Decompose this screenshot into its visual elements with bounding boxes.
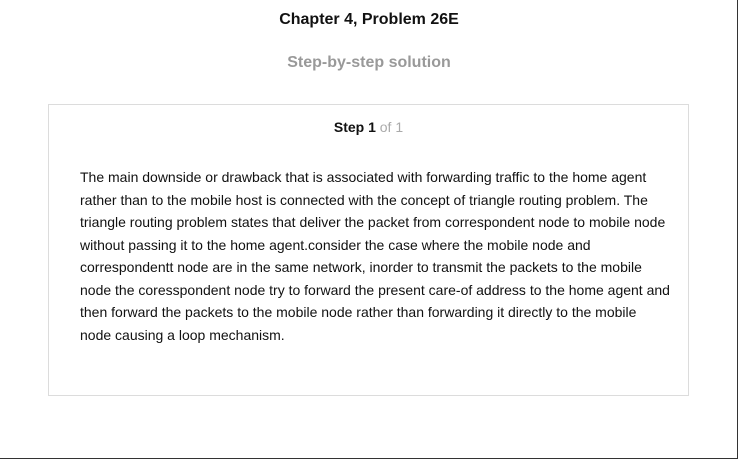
step-label: Step 1	[333, 119, 376, 135]
solution-subtitle: Step-by-step solution	[287, 54, 451, 71]
chapter-title: Chapter 4, Problem 26E	[279, 11, 459, 28]
step-card: Step 1 of 1 The main downside or drawbac…	[48, 104, 689, 396]
solution-page: Chapter 4, Problem 26E Step-by-step solu…	[0, 0, 738, 459]
step-total: of 1	[379, 119, 404, 135]
step-header: Step 1 of 1	[49, 119, 688, 135]
step-body-text: The main downside or drawback that is as…	[80, 169, 670, 343]
